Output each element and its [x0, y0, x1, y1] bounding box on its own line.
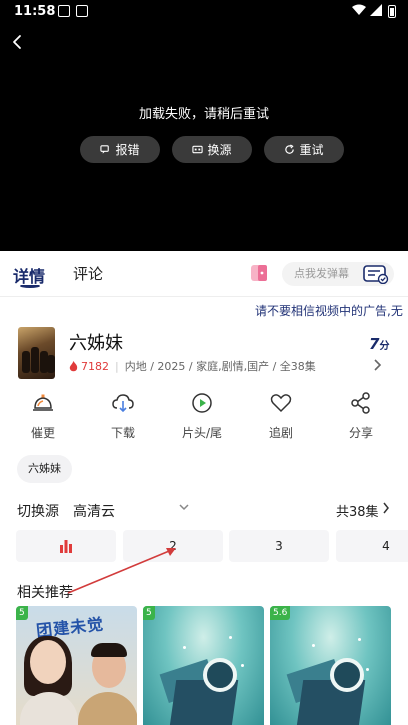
follow-label: 追剧 [268, 426, 293, 440]
download-button[interactable]: 下载 [93, 391, 153, 441]
retry-label: 重试 [299, 143, 324, 157]
notification-icon [58, 5, 70, 17]
score-value: 7 [369, 335, 380, 353]
show-meta: 7182 | 内地 / 2025 / 家庭,剧情,国产 / 全38集 [69, 358, 316, 374]
recommend-title: 相关推荐 [17, 585, 73, 601]
recommend-item[interactable]: 5 团建未觉 [16, 606, 137, 725]
episode-1-playing[interactable] [16, 530, 116, 562]
chevron-right-icon[interactable] [372, 358, 382, 372]
source-label: 切换源 [17, 504, 59, 520]
bell-icon [33, 394, 53, 411]
recommend-item[interactable]: 5.6 [270, 606, 391, 725]
chevron-right-icon[interactable] [382, 502, 390, 514]
download-label: 下载 [110, 426, 135, 440]
show-poster [18, 327, 55, 379]
detail-sheet: 详情 评论 点我发弹幕 请不要相信视频中的广告,无 六姊妹 7182 | 内地 … [0, 251, 408, 725]
report-error-label: 报错 [115, 143, 140, 157]
share-icon [351, 392, 370, 414]
share-label: 分享 [348, 426, 373, 440]
action-bar: 催更 下载 片头/尾 追剧 分享 [0, 391, 408, 443]
notification-icon [76, 5, 88, 17]
switch-source-button[interactable]: 换源 [172, 136, 252, 163]
switch-source-label: 换源 [207, 143, 232, 157]
cloud-download-icon [112, 394, 134, 413]
notice-marquee: 请不要相信视频中的广告,无 [255, 304, 403, 318]
show-tag[interactable]: 六姊妹 [17, 455, 72, 483]
rating-badge: 5 [16, 606, 28, 620]
wifi-icon [352, 4, 366, 15]
signal-icon [370, 4, 382, 16]
episode-3[interactable]: 3 [229, 530, 329, 562]
play-circle-icon [192, 393, 212, 413]
rating-badge: 5 [143, 606, 155, 620]
source-row: 切换源 高清云 共38集 [0, 498, 408, 520]
danmu-toggle-icon[interactable] [249, 263, 269, 283]
heat-value: 7182 [81, 359, 109, 373]
remind-update-label: 催更 [30, 426, 55, 440]
status-bar: 11:58 [0, 0, 408, 24]
danmu-settings-icon[interactable] [363, 264, 389, 284]
recommend-item[interactable]: 5 [143, 606, 264, 725]
error-message: 加载失败，请稍后重试 [138, 107, 269, 122]
episode-4[interactable]: 4 [336, 530, 408, 562]
show-info[interactable]: 六姊妹 7182 | 内地 / 2025 / 家庭,剧情,国产 / 全38集 7… [0, 325, 408, 381]
playing-bars-icon [60, 540, 72, 553]
intro-outro-button[interactable]: 片头/尾 [172, 391, 232, 441]
refresh-icon [285, 144, 295, 154]
episode-2[interactable]: 2 [123, 530, 223, 562]
status-time: 11:58 [14, 4, 56, 19]
heart-icon [270, 394, 292, 413]
episode-count[interactable]: 共38集 [336, 501, 379, 520]
video-player[interactable]: 加载失败，请稍后重试 报错 换源 重试 [0, 24, 408, 251]
intro-outro-label: 片头/尾 [181, 426, 223, 440]
tab-comments[interactable]: 评论 [73, 263, 103, 284]
report-error-button[interactable]: 报错 [80, 136, 160, 163]
switch-source-icon [192, 145, 204, 154]
episode-list: 2 3 4 [16, 530, 408, 562]
active-tab-indicator [20, 284, 40, 288]
remind-update-button[interactable]: 催更 [13, 391, 73, 441]
retry-button[interactable]: 重试 [264, 136, 344, 163]
meta-divider: | [115, 359, 119, 373]
tab-bar: 详情 评论 点我发弹幕 [0, 251, 408, 297]
error-actions: 报错 换源 重试 [80, 136, 344, 163]
recommend-list: 5 团建未觉 5 5.6 [16, 606, 408, 725]
chevron-down-icon[interactable] [178, 502, 190, 512]
score-unit: 分 [379, 341, 390, 352]
battery-icon [388, 5, 396, 18]
source-select[interactable]: 高清云 [73, 501, 115, 521]
show-title: 六姊妹 [69, 333, 123, 354]
fire-icon [69, 360, 78, 371]
show-score: 7分 [369, 335, 389, 353]
rating-badge: 5.6 [270, 606, 291, 620]
feedback-icon [100, 145, 110, 154]
back-arrow-icon[interactable] [8, 32, 28, 52]
follow-button[interactable]: 追剧 [251, 391, 311, 441]
share-button[interactable]: 分享 [331, 391, 391, 441]
show-meta-text: 内地 / 2025 / 家庭,剧情,国产 / 全38集 [124, 360, 316, 373]
